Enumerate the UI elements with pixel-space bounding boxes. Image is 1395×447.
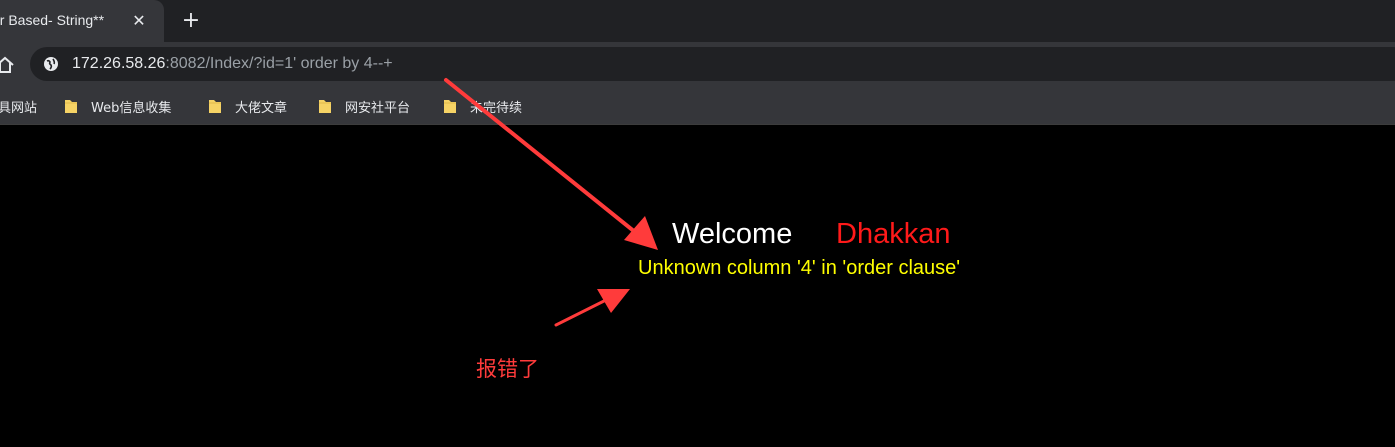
annotation-note: 报错了 [476,357,539,381]
arrow-to-error [554,289,630,327]
arrow-to-welcome [444,78,658,250]
annotation-arrows [444,78,658,327]
